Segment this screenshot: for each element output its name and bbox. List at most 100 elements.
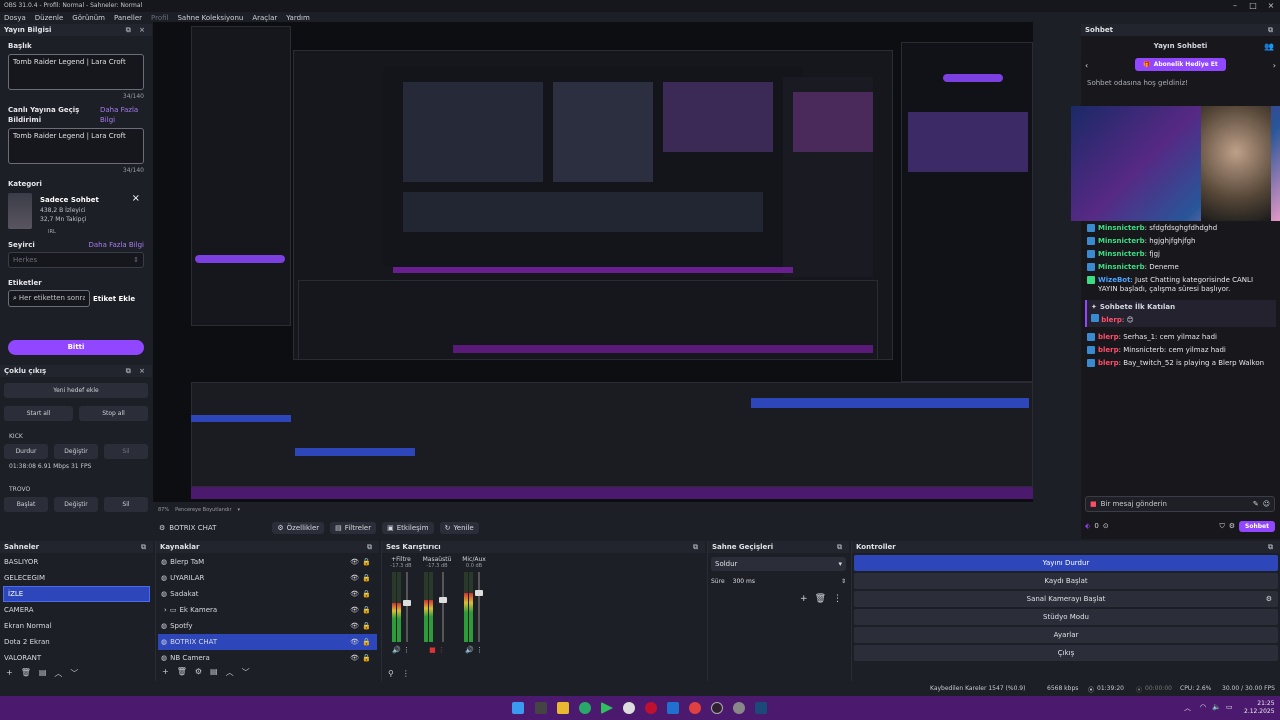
scene-item[interactable]: Dota 2 Ekran [0, 634, 153, 650]
lock-icon[interactable]: 🔒 [362, 574, 371, 582]
menu-edit[interactable]: Düzenle [35, 14, 64, 22]
volume-meter[interactable] [420, 572, 450, 642]
eye-icon[interactable]: 👁 [350, 654, 359, 662]
trovo-delete-button[interactable]: Sil [104, 497, 148, 512]
arrow-up-icon[interactable]: ︿ [54, 668, 62, 679]
eye-icon[interactable]: 👁 [350, 558, 359, 566]
prediction-icon[interactable]: ⊙ [1103, 522, 1109, 530]
wifi-icon[interactable]: ◠ [1200, 703, 1206, 711]
duration-input[interactable]: 300 ms [728, 575, 837, 588]
menu-view[interactable]: Görünüm [72, 14, 105, 22]
chat-username[interactable]: Minsnicterb [1098, 250, 1145, 258]
arrow-down-icon[interactable]: ﹀ [70, 668, 78, 679]
chat-send-button[interactable]: Sohbet [1239, 520, 1275, 532]
menu-tools[interactable]: Araçlar [252, 14, 277, 22]
filter-icon[interactable]: ▤ [210, 667, 218, 678]
chat-username[interactable]: Minsnicterb [1098, 237, 1145, 245]
eye-icon[interactable]: 👁 [350, 574, 359, 582]
chevron-right-icon[interactable]: › [164, 606, 167, 614]
chat-username[interactable]: blerp [1098, 333, 1119, 341]
volume-fader[interactable] [406, 572, 408, 642]
chat-input[interactable]: ■ Bir mesaj gönderin ✎ ☺ [1085, 496, 1275, 512]
tags-input[interactable]: ⌕ Her etiketten sonra [8, 290, 90, 307]
gear-icon[interactable]: ⚙ [1266, 591, 1272, 607]
menu-icon[interactable]: ⋮ [402, 669, 410, 678]
dock-undock-icon[interactable]: ⧉ [1268, 26, 1276, 35]
task-view-icon[interactable] [535, 702, 547, 714]
scene-item[interactable]: VALORANT [0, 650, 153, 666]
add-target-button[interactable]: Yeni hedef ekle [4, 383, 148, 398]
chevron-left-icon[interactable]: ‹ [1085, 61, 1088, 70]
menu-icon[interactable]: ⋮ [833, 594, 842, 604]
speaker-icon[interactable]: 🔊 ⋮ [388, 646, 414, 654]
menu-docks[interactable]: Paneller [114, 14, 142, 22]
speaker-icon[interactable]: 🔊 ⋮ [460, 646, 488, 654]
chat-username[interactable]: blerp [1098, 359, 1119, 367]
menu-profile[interactable]: Profil [151, 14, 168, 22]
magic-icon[interactable]: ✎ [1253, 500, 1259, 508]
exit-button[interactable]: Çıkış [854, 645, 1278, 661]
steam-icon[interactable] [755, 702, 767, 714]
trash-icon[interactable]: 🗑 [815, 594, 826, 604]
scene-item[interactable]: BASLIYOR [0, 554, 153, 570]
source-item[interactable]: ◍ Spotfy 👁 🔒 [158, 618, 377, 634]
app-icon[interactable] [667, 702, 679, 714]
source-item[interactable]: ◍ UYARILAR 👁 🔒 [158, 570, 377, 586]
settings-app-icon[interactable] [623, 702, 635, 714]
chat-username[interactable]: Minsnicterb [1098, 224, 1145, 232]
muted-speaker-icon[interactable]: ■ ⋮ [420, 646, 454, 654]
users-icon[interactable]: 👥 [1264, 42, 1274, 51]
settings-button[interactable]: Ayarlar [854, 627, 1278, 643]
start-all-button[interactable]: Start all [4, 406, 73, 421]
source-group[interactable]: › ▭ Ek Kamera 👁 🔒 [158, 602, 377, 618]
chat-username[interactable]: blerp [1098, 346, 1119, 354]
volume-fader[interactable] [442, 572, 444, 642]
lock-icon[interactable]: 🔒 [362, 638, 371, 646]
dock-undock-icon[interactable]: ⧉ [837, 543, 845, 552]
file-explorer-icon[interactable] [557, 702, 569, 714]
kick-delete-button[interactable]: Sil [104, 444, 148, 459]
live-more-info-link[interactable]: Daha Fazla Bilgi [100, 105, 144, 125]
menu-scene-collection[interactable]: Sahne Koleksiyonu [177, 14, 243, 22]
dock-undock-icon[interactable]: ⧉ [367, 543, 375, 552]
trovo-change-button[interactable]: Değiştir [54, 497, 98, 512]
chat-username[interactable]: blerp [1101, 316, 1122, 324]
dock-undock-icon[interactable]: ⧉ [693, 543, 701, 552]
points-icon[interactable]: ⬖ [1085, 522, 1090, 530]
live-notification-field[interactable]: Tomb Raider Legend | Lara Croft [8, 128, 144, 164]
dock-undock-icon[interactable]: ⧉ [1268, 543, 1276, 552]
gear-app-icon[interactable] [733, 702, 745, 714]
gift-sub-button[interactable]: 🎁 Abonelik Hediye Et [1135, 58, 1226, 71]
opera-icon[interactable] [645, 702, 657, 714]
kick-change-button[interactable]: Değiştir [54, 444, 98, 459]
windows-start-icon[interactable] [512, 702, 524, 714]
chevron-right-icon[interactable]: › [1273, 61, 1276, 70]
trash-icon[interactable]: 🗑 [177, 667, 187, 678]
filters-button[interactable]: ▤ Filtreler [330, 522, 377, 534]
spin-icon[interactable]: ⇕ [841, 578, 846, 585]
add-tag-button[interactable]: Etiket Ekle [93, 295, 135, 303]
close-icon[interactable]: × [1262, 0, 1280, 12]
chrome-icon[interactable] [689, 702, 701, 714]
fader-knob[interactable] [403, 600, 411, 606]
shield-icon[interactable]: ⛉ [1220, 522, 1225, 531]
fader-knob[interactable] [475, 590, 483, 596]
play-icon[interactable] [601, 702, 613, 714]
tray-chevron-icon[interactable]: ︿ [1184, 703, 1191, 713]
dock-undock-icon[interactable]: ⧉ [141, 543, 149, 552]
source-item-selected[interactable]: ◍ BOTRIX CHAT 👁 🔒 [158, 634, 377, 650]
battery-icon[interactable]: ▭ [1226, 703, 1233, 711]
menu-help[interactable]: Yardım [286, 14, 310, 22]
stop-stream-button[interactable]: Yayını Durdur [854, 555, 1278, 571]
filter-icon[interactable]: ▤ [39, 668, 47, 679]
maximize-icon[interactable]: □ [1244, 0, 1262, 12]
dock-controls-icon[interactable]: ⧉ × [126, 26, 148, 35]
volume-fader[interactable] [478, 572, 480, 642]
eye-icon[interactable]: 👁 [350, 622, 359, 630]
stop-all-button[interactable]: Stop all [79, 406, 148, 421]
arrow-up-icon[interactable]: ︿ [226, 667, 234, 678]
source-item[interactable]: ◍ Sadakat 👁 🔒 [158, 586, 377, 602]
lock-icon[interactable]: 🔒 [362, 622, 371, 630]
start-virtual-camera-button[interactable]: Sanal Kamerayı Başlat ⚙ [854, 591, 1278, 607]
title-field[interactable]: Tomb Raider Legend | Lara Croft [8, 54, 144, 90]
